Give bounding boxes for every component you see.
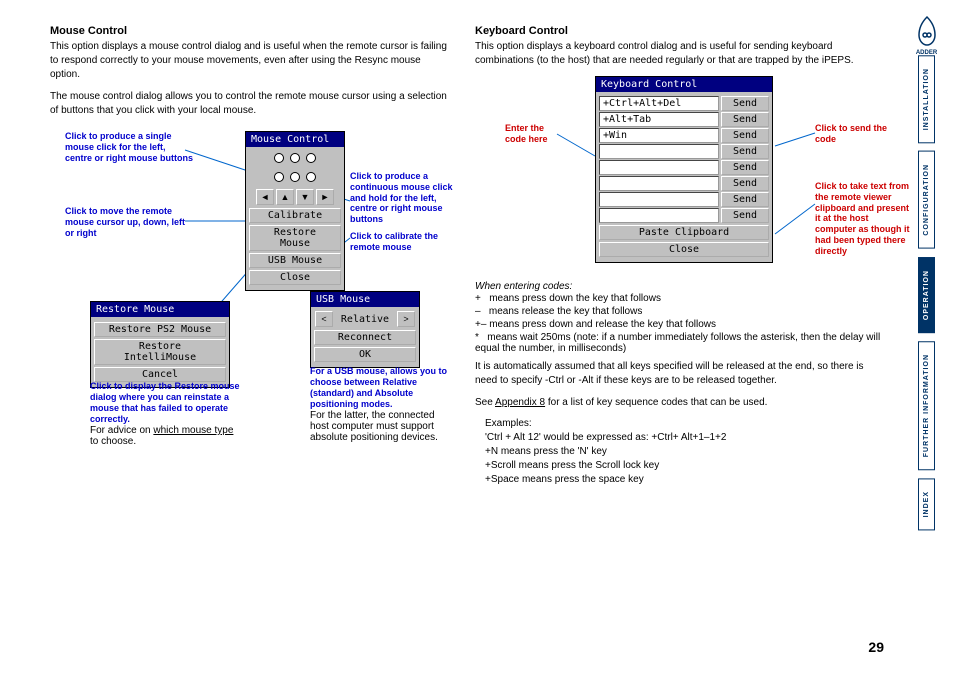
arrow-left-icon[interactable]: ◄ [256, 189, 274, 205]
kb-row: Send [599, 160, 769, 175]
usb-mouse-dialog: USB Mouse < Relative > Reconnect OK [310, 291, 420, 368]
kb-code-input[interactable] [599, 208, 719, 223]
arrow-up-icon[interactable]: ▲ [276, 189, 294, 205]
mouse-control-heading: Mouse Control [50, 25, 450, 37]
nav-installation[interactable]: INSTALLATION [918, 55, 935, 143]
kb-send-button[interactable]: Send [721, 160, 769, 175]
kb-row: Send [599, 208, 769, 223]
kb-send-button[interactable]: Send [721, 112, 769, 127]
restore-cancel-button[interactable]: Cancel [94, 367, 226, 382]
kb-row: Send [599, 176, 769, 191]
anno-click-send: Click to send the code [815, 123, 890, 145]
usb-mode-value: Relative [334, 314, 396, 325]
paste-clipboard-button[interactable]: Paste Clipboard [599, 225, 769, 240]
mouse-dialog-title: Mouse Control [246, 132, 344, 147]
kb-close-button[interactable]: Close [599, 242, 769, 257]
nav-index[interactable]: INDEX [918, 478, 935, 530]
example-4: +Space means press the space key [485, 474, 884, 485]
usb-ok-button[interactable]: OK [314, 347, 416, 362]
mouse-para1: This option displays a mouse control dia… [50, 40, 450, 82]
kb-code-input[interactable]: +Alt+Tab [599, 112, 719, 127]
kb-send-button[interactable]: Send [721, 128, 769, 143]
example-3: +Scroll means press the Scroll lock key [485, 460, 884, 471]
nav-operation[interactable]: OPERATION [918, 257, 935, 333]
kb-send-button[interactable]: Send [721, 144, 769, 159]
kb-row: +Alt+TabSend [599, 112, 769, 127]
kb-dialog-title: Keyboard Control [596, 77, 772, 92]
calibrate-button[interactable]: Calibrate [249, 208, 341, 223]
restore-mouse-button[interactable]: Restore Mouse [249, 225, 341, 251]
mouse-para2: The mouse control dialog allows you to c… [50, 90, 450, 118]
arrow-row[interactable]: ◄▲▼► [249, 188, 341, 206]
kb-row: +WinSend [599, 128, 769, 143]
kb-send-button[interactable]: Send [721, 96, 769, 111]
keyboard-control-heading: Keyboard Control [475, 25, 884, 37]
reconnect-button[interactable]: Reconnect [314, 330, 416, 345]
kb-code-input[interactable]: +Ctrl+Alt+Del [599, 96, 719, 111]
which-mouse-link[interactable]: which mouse type [153, 425, 233, 436]
keyboard-control-dialog: Keyboard Control +Ctrl+Alt+DelSend+Alt+T… [595, 76, 773, 263]
kb-para1: This option displays a keyboard control … [475, 40, 884, 68]
page-number: 29 [868, 639, 884, 655]
anno-restore-info: Click to display the Restore mouse dialo… [90, 381, 240, 447]
kb-row: Send [599, 192, 769, 207]
example-2: +N means press the 'N' key [485, 446, 884, 457]
appendix-link[interactable]: Appendix 8 [495, 397, 545, 408]
kb-code-input[interactable] [599, 144, 719, 159]
kb-send-button[interactable]: Send [721, 176, 769, 191]
code-plusminus: +– means press down and release the key … [475, 318, 884, 331]
nav-further-info[interactable]: FURTHER INFORMATION [918, 341, 935, 470]
sidebar-nav: ADDER INSTALLATION CONFIGURATION OPERATI… [899, 0, 954, 675]
kb-row: Send [599, 144, 769, 159]
anno-calibrate: Click to calibrate the remote mouse [350, 231, 460, 253]
code-minus: – means release the key that follows [475, 305, 884, 318]
usb-dialog-title: USB Mouse [311, 292, 419, 307]
nav-configuration[interactable]: CONFIGURATION [918, 151, 935, 249]
anno-usb-info: For a USB mouse, allows you to choose be… [310, 366, 450, 443]
example-1: 'Ctrl + Alt 12' would be expressed as: +… [485, 432, 884, 443]
close-button[interactable]: Close [249, 270, 341, 285]
usb-mouse-button[interactable]: USB Mouse [249, 253, 341, 268]
kb-row: +Ctrl+Alt+DelSend [599, 96, 769, 111]
mouse-control-dialog: Mouse Control ◄▲▼► Calibrate Restore Mou… [245, 131, 345, 291]
anno-paste-info: Click to take text from the remote viewe… [815, 181, 910, 257]
continuous-click-row[interactable] [249, 169, 341, 188]
kb-code-input[interactable] [599, 176, 719, 191]
anno-continuous-click: Click to produce a continuous mouse clic… [350, 171, 460, 225]
restore-dialog-title: Restore Mouse [91, 302, 229, 317]
usb-left-icon[interactable]: < [315, 311, 333, 327]
kb-send-button[interactable]: Send [721, 192, 769, 207]
anno-move-cursor: Click to move the remote mouse cursor up… [65, 206, 195, 238]
see-appendix: See Appendix 8 for a list of key sequenc… [475, 396, 884, 410]
anno-enter-code: Enter the code here [505, 123, 560, 145]
kb-code-input[interactable] [599, 192, 719, 207]
codes-heading: When entering codes: [475, 281, 884, 292]
anno-single-click: Click to produce a single mouse click fo… [65, 131, 195, 163]
auto-release: It is automatically assumed that all key… [475, 360, 884, 388]
restore-mouse-dialog: Restore Mouse Restore PS2 Mouse Restore … [90, 301, 230, 388]
kb-code-input[interactable]: +Win [599, 128, 719, 143]
code-star: * means wait 250ms (note: if a number im… [475, 331, 884, 355]
kb-send-button[interactable]: Send [721, 208, 769, 223]
examples-heading: Examples: [485, 418, 884, 429]
arrow-right-icon[interactable]: ► [316, 189, 334, 205]
restore-intelli-button[interactable]: Restore IntelliMouse [94, 339, 226, 365]
code-plus: + means press down the key that follows [475, 292, 884, 305]
usb-right-icon[interactable]: > [397, 311, 415, 327]
restore-ps2-button[interactable]: Restore PS2 Mouse [94, 322, 226, 337]
single-click-row[interactable] [249, 150, 341, 169]
arrow-down-icon[interactable]: ▼ [296, 189, 314, 205]
adder-logo: ADDER [911, 15, 943, 47]
kb-code-input[interactable] [599, 160, 719, 175]
